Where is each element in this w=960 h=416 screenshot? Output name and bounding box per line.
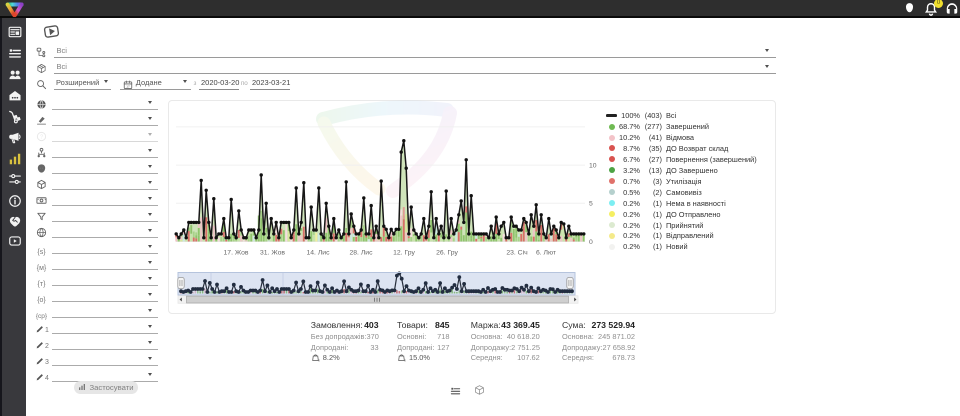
svg-text:10: 10 (589, 163, 597, 170)
svg-text:28. Лис: 28. Лис (350, 250, 374, 257)
svg-text:31. Жов: 31. Жов (260, 250, 285, 257)
svg-text:23. Січ: 23. Січ (506, 249, 528, 257)
svg-text:0: 0 (589, 239, 593, 246)
svg-text:6. Лют: 6. Лют (536, 250, 556, 257)
svg-text:26. Гру: 26. Гру (436, 250, 458, 257)
svg-text:x: x (318, 359, 320, 362)
svg-text:x: x (404, 359, 406, 362)
svg-text:17. Жов: 17. Жов (224, 250, 249, 257)
svg-text:5: 5 (589, 201, 593, 208)
svg-text:14. Лис: 14. Лис (307, 250, 331, 257)
svg-text:12. Гру: 12. Гру (393, 250, 415, 257)
